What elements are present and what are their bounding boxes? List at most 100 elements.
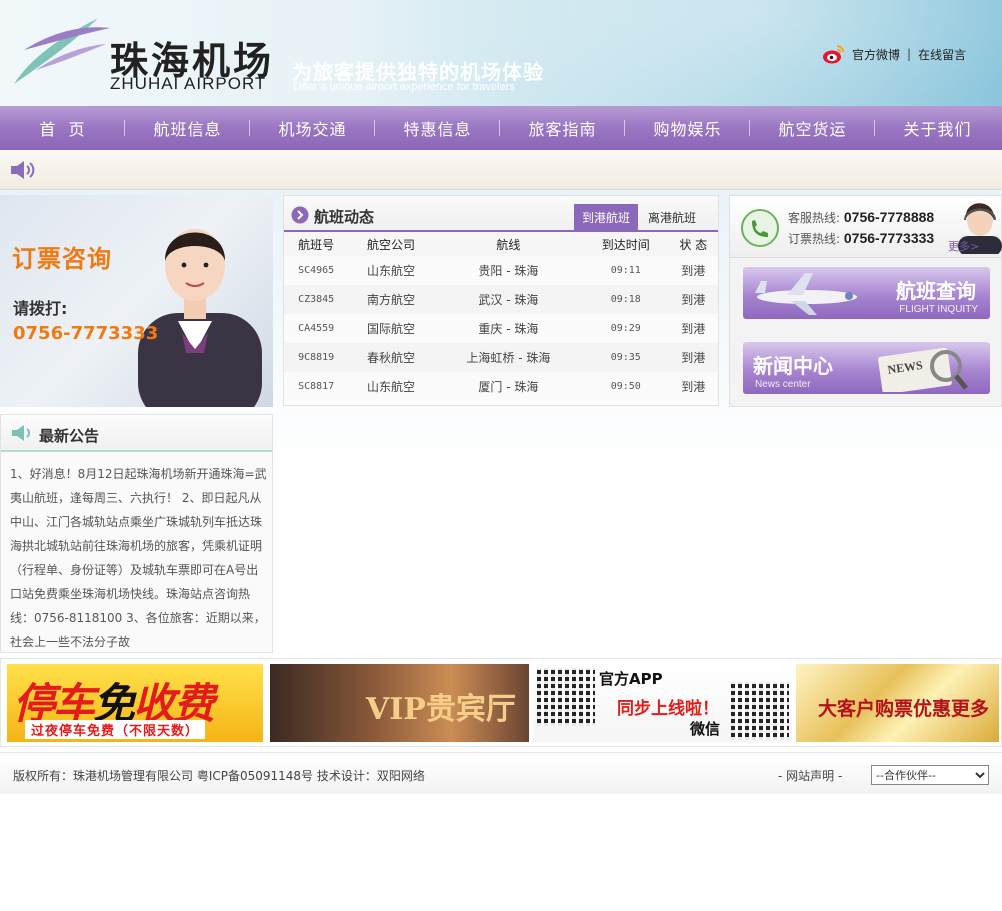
- booking-hotline-number: 0756-7773333: [843, 230, 935, 246]
- arrival-time: 09:11: [583, 256, 669, 285]
- megaphone-icon: [12, 425, 30, 441]
- weibo-link[interactable]: 官方微博: [852, 46, 900, 63]
- tab-departures[interactable]: 离港航班: [640, 204, 704, 230]
- announcements-header: 最新公告: [1, 415, 272, 452]
- nav-transport[interactable]: 机场交通: [250, 106, 375, 150]
- column-header: 航线: [433, 232, 584, 256]
- airline: 山东航空: [348, 372, 434, 401]
- logo-subtext: ZHUHAI AIRPORT: [110, 74, 267, 93]
- vip-lounge-banner[interactable]: VIP贵宾厅: [270, 664, 529, 742]
- airline: 国际航空: [348, 314, 434, 343]
- column-header: 航空公司: [348, 232, 434, 256]
- flight-number: SC4965: [284, 256, 349, 285]
- column-header: 到达时间: [583, 232, 669, 256]
- flight-status: 到港: [668, 372, 718, 401]
- arrow-right-circle-icon: [291, 206, 309, 224]
- service-hotline-number: 0756-7778888: [843, 209, 935, 225]
- nav-label: 特惠信息: [403, 120, 472, 139]
- promo-phone: 0756-7773333: [13, 323, 159, 344]
- column-header: 状 态: [668, 232, 718, 256]
- service-hotline: 客服热线: 0756-7778888: [788, 209, 934, 226]
- booking-hotline-label: 订票热线:: [788, 232, 841, 246]
- route: 贵阳 - 珠海: [433, 256, 584, 285]
- app-launch-text: 同步上线啦！: [617, 699, 719, 719]
- nav-label: 首 页: [39, 120, 86, 139]
- site-footer: 版权所有：珠港机场管理有限公司 粤ICP备05091148号 技术设计：双阳网络…: [0, 752, 1002, 794]
- airline: 南方航空: [348, 285, 434, 314]
- vip-lounge-text: VIP贵宾厅: [366, 692, 516, 727]
- service-panel: 客服热线: 0756-7778888 订票热线: 0756-7773333 更多…: [729, 195, 1002, 407]
- column-header: 航班号: [284, 232, 349, 256]
- copyright-text: 版权所有：珠港机场管理有限公司 粤ICP备05091148号 技术设计：双阳网络: [13, 769, 425, 783]
- nav-cargo[interactable]: 航空货运: [750, 106, 875, 150]
- site-header: 珠海机场 ZHUHAI AIRPORT 为旅客提供独特的机场体验 Offer a…: [0, 0, 1002, 106]
- nav-flight-info[interactable]: 航班信息: [125, 106, 250, 150]
- staff-photo-icon: [138, 229, 262, 407]
- arrival-time: 09:35: [583, 343, 669, 372]
- flight-status: 到港: [668, 285, 718, 314]
- nav-label: 机场交通: [278, 120, 347, 139]
- announcements-panel: 最新公告 1、好消息！8月12日起珠海机场新开通珠海=武夷山航班，逢每周三、六执…: [0, 414, 273, 653]
- promo-dial-text: 请拨打:: [13, 299, 68, 318]
- news-center-label: 新闻中心: [753, 354, 833, 378]
- service-hotline-label: 客服热线:: [788, 211, 841, 225]
- top-links: 官方微博 | 在线留言: [822, 42, 966, 66]
- table-row[interactable]: CA4559 国际航空 重庆 - 珠海 09:29 到港: [284, 314, 718, 343]
- table-row[interactable]: SC8817 山东航空 厦门 - 珠海 09:50 到港: [284, 372, 718, 401]
- message-link[interactable]: 在线留言: [918, 46, 966, 63]
- arrival-time: 09:18: [583, 285, 669, 314]
- nav-home[interactable]: 首 页: [0, 106, 125, 150]
- news-center-sublabel: News center: [755, 379, 811, 390]
- qr-code-icon: [537, 668, 595, 726]
- route: 武汉 - 珠海: [433, 285, 584, 314]
- news-center-button[interactable]: 新闻中心 News center NEWS: [743, 342, 990, 394]
- nav-about[interactable]: 关于我们: [875, 106, 1000, 150]
- route: 重庆 - 珠海: [433, 314, 584, 343]
- vip-customer-banner[interactable]: 大客户购票优惠更多: [796, 664, 999, 742]
- free-parking-banner[interactable]: 停车免收费 过夜停车免费（不限天数）: [7, 664, 263, 742]
- airport-logo-icon[interactable]: [6, 10, 116, 92]
- more-link[interactable]: 更多>: [948, 238, 979, 254]
- promo-title: 订票咨询: [12, 245, 112, 273]
- site-statement-link[interactable]: - 网站声明 -: [778, 767, 842, 784]
- vip-customer-text: 大客户购票优惠更多: [818, 698, 990, 720]
- main-nav: 首 页 航班信息 机场交通 特惠信息 旅客指南 购物娱乐 航空货运 关于我们: [0, 106, 1002, 150]
- flight-inquiry-label: 航班查询: [896, 279, 976, 303]
- promo-banners: 停车免收费 过夜停车免费（不限天数） VIP贵宾厅 官方APP 同步上线啦！ 微…: [0, 658, 1002, 747]
- nav-deals[interactable]: 特惠信息: [375, 106, 500, 150]
- nav-label: 航班信息: [153, 120, 222, 139]
- link-separator: |: [907, 47, 912, 61]
- arrival-time: 09:29: [583, 314, 669, 343]
- official-app-banner[interactable]: 官方APP 同步上线啦！ 微信: [533, 664, 792, 742]
- airline: 春秋航空: [348, 343, 434, 372]
- flight-status: 到港: [668, 314, 718, 343]
- airplane-icon: [755, 273, 857, 315]
- table-row[interactable]: 9C8819 春秋航空 上海虹桥 - 珠海 09:35 到港: [284, 343, 718, 372]
- announcements-scroller[interactable]: 1、好消息！8月12日起珠海机场新开通珠海=武夷山航班，逢每周三、六执行！ 2、…: [10, 462, 267, 648]
- flight-status: 到港: [668, 256, 718, 285]
- wechat-text: 微信: [690, 720, 721, 738]
- nav-guide[interactable]: 旅客指南: [500, 106, 625, 150]
- arrival-time: 09:50: [583, 372, 669, 401]
- slogan-english: Offer a unique airport experience for tr…: [293, 81, 515, 93]
- qr-code-icon: [731, 682, 789, 740]
- flight-inquiry-sublabel: FLIGHT INQUITY: [899, 304, 978, 315]
- table-row[interactable]: SC4965 山东航空 贵阳 - 珠海 09:11 到港: [284, 256, 718, 285]
- table-header-row: 航班号 航空公司 航线 到达时间 状 态: [284, 232, 718, 256]
- flight-status-panel: 航班动态 到港航班 离港航班 航班号 航空公司 航线 到达时间 状 态 SC49…: [283, 195, 719, 406]
- flight-inquiry-button[interactable]: 航班查询 FLIGHT INQUITY: [743, 267, 990, 319]
- newspaper-icon: NEWS: [878, 347, 968, 392]
- table-row[interactable]: CZ3845 南方航空 武汉 - 珠海 09:18 到港: [284, 285, 718, 314]
- route: 上海虹桥 - 珠海: [433, 343, 584, 372]
- booking-promo-banner[interactable]: 订票咨询 请拨打: 0756-7773333: [0, 195, 273, 407]
- flight-status: 到港: [668, 343, 718, 372]
- flight-number: CA4559: [284, 314, 349, 343]
- flight-panel-title: 航班动态: [314, 208, 375, 226]
- tab-arrivals[interactable]: 到港航班: [574, 204, 638, 230]
- nav-label: 购物娱乐: [653, 120, 722, 139]
- partners-select[interactable]: --合作伙伴--: [871, 765, 989, 785]
- nav-label: 航空货运: [778, 120, 847, 139]
- nav-label: 旅客指南: [528, 120, 597, 139]
- weibo-icon[interactable]: [822, 42, 846, 66]
- nav-shopping[interactable]: 购物娱乐: [625, 106, 750, 150]
